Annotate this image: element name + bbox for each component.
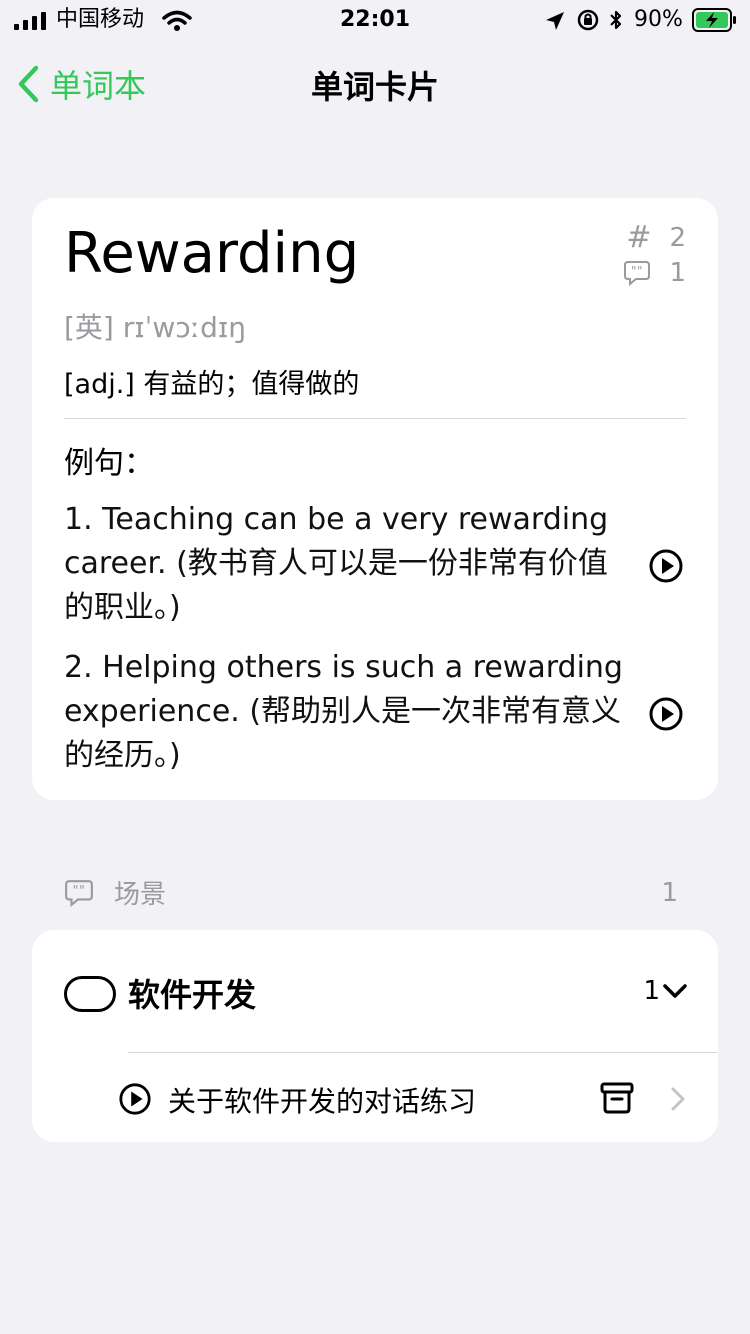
scenes-count: 1 [661,878,678,908]
scenes-section-header: " " 场景 [64,874,166,911]
scene-toggle-icon [64,976,116,1012]
play-example-1-button[interactable] [648,548,684,584]
svg-text:": " [637,264,643,278]
examples-label: 例句： [64,446,154,481]
chevron-right-icon [671,1087,685,1111]
example-sentence-1: 1. Teaching can be a very rewarding care… [64,502,609,625]
play-conversation-icon[interactable] [118,1082,152,1116]
orientation-lock-icon [577,9,599,31]
battery-percent: 90% [634,7,683,32]
phonetic: [英] rɪˈwɔːdɪŋ [64,311,247,344]
page-title: 单词卡片 [310,68,439,106]
location-icon [546,12,564,30]
divider [64,418,686,419]
word-title: Rewarding [64,221,360,286]
svg-text:": " [631,264,637,278]
chevron-down-icon [663,984,687,998]
comment-count-row[interactable]: " " 1 [623,258,686,288]
hashtag-icon: # [626,220,652,255]
play-example-2-button[interactable] [648,696,684,732]
svg-text:": " [73,884,79,899]
scene-comment-icon: " " [65,879,93,907]
scene-group-row[interactable]: 软件开发 1 [32,930,718,1052]
conversation-title: 关于软件开发的对话练习 [168,1085,477,1118]
scene-item-count: 1 [643,976,660,1006]
battery-charging-icon [692,8,736,32]
tag-count-row[interactable]: # 2 [626,220,686,255]
tag-count: 2 [669,222,686,253]
example-sentence-2: 2. Helping others is such a rewarding ex… [64,650,623,773]
conversation-row[interactable]: 关于软件开发的对话练习 [32,1052,718,1142]
archive-icon[interactable] [600,1082,634,1114]
scene-title: 软件开发 [128,976,257,1014]
scene-card: 软件开发 1 关于软件开发的对话练习 [32,930,718,1142]
word-card: Rewarding # 2 " " 1 [英] rɪˈwɔːdɪŋ [adj.]… [32,198,718,800]
scenes-label: 场景 [114,880,167,910]
comment-count: 1 [669,258,686,288]
status-bar: 中国移动 22:01 90% [0,0,750,40]
bluetooth-icon [610,10,622,30]
comment-icon: " " [624,261,651,286]
definition: [adj.] 有益的；值得做的 [64,369,360,400]
svg-text:": " [79,884,85,899]
